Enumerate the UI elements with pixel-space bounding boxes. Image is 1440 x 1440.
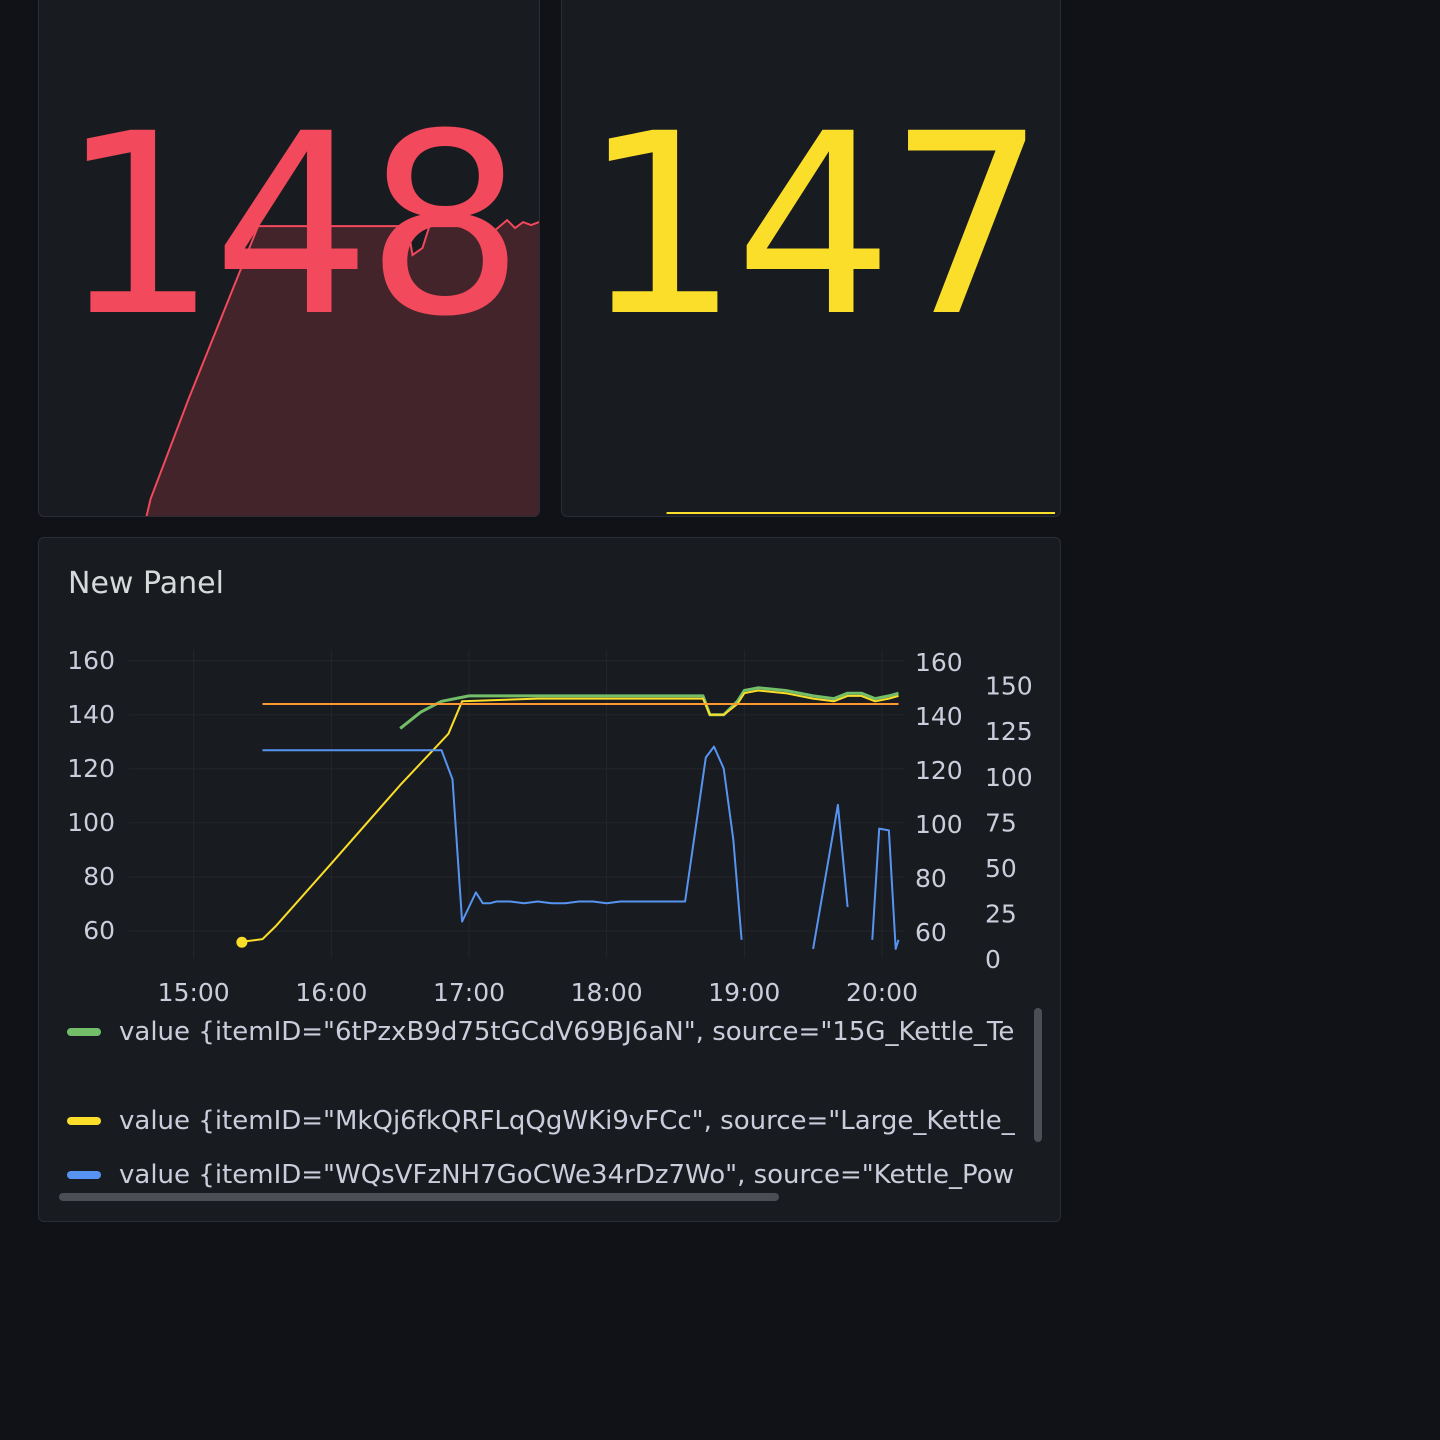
stat-panel-1[interactable]: 148 [38, 0, 540, 517]
x-tick-label: 19:00 [708, 978, 780, 1007]
legend-label-1: value {itemID="6tPzxB9d75tGCdV69BJ6aN", … [119, 1018, 1015, 1047]
y-left-tick-label: 60 [83, 916, 115, 945]
y-right2-tick-label: 25 [985, 899, 1017, 928]
series-line-2 [241, 689, 899, 943]
y-left-tick-label: 120 [67, 754, 115, 783]
legend-item-3[interactable]: value {itemID="WQsVFzNH7GoCWe34rDz7Wo", … [67, 1158, 1042, 1192]
series-point [236, 936, 248, 948]
x-tick-label: 18:00 [571, 978, 643, 1007]
x-tick-label: 15:00 [158, 978, 230, 1007]
y-right1-tick-label: 160 [915, 648, 963, 677]
legend-swatch-3 [67, 1171, 101, 1179]
y-right1-tick-label: 120 [915, 756, 963, 785]
y-right2-tick-label: 0 [985, 945, 1001, 974]
legend-swatch-2 [67, 1117, 101, 1125]
x-tick-label: 16:00 [295, 978, 367, 1007]
legend-item-2[interactable]: value {itemID="MkQj6fkQRFLqQgWKi9vFCc", … [67, 1104, 1042, 1138]
timeseries-chart[interactable]: 160 140 120 100 80 60 160 140 120 100 80 60 150 125 10… [39, 538, 1061, 1008]
legend-label-3: value {itemID="WQsVFzNH7GoCWe34rDz7Wo", … [119, 1160, 1014, 1190]
y-right1-tick-label: 60 [915, 918, 947, 947]
y-right2-tick-label: 75 [985, 808, 1017, 837]
y-right2-tick-label: 150 [985, 672, 1033, 701]
legend-item-1[interactable]: value {itemID="6tPzxB9d75tGCdV69BJ6aN", … [67, 1018, 1042, 1049]
legend-swatch-1 [67, 1028, 101, 1036]
stat-panel-2[interactable]: 147 [561, 0, 1061, 517]
series-line-4-seg-1 [262, 745, 743, 940]
series-line-1 [399, 686, 899, 730]
y-right1-tick-label: 140 [915, 702, 963, 731]
stat-value-2: 147 [581, 80, 1046, 371]
legend-label-2: value {itemID="MkQj6fkQRFLqQgWKi9vFCc", … [119, 1106, 1015, 1136]
y-right1-tick-label: 80 [915, 864, 947, 893]
y-left-tick-label: 100 [67, 808, 115, 837]
y-right1-tick-label: 100 [915, 810, 963, 839]
y-right2-tick-label: 50 [985, 854, 1017, 883]
legend[interactable]: value {itemID="6tPzxB9d75tGCdV69BJ6aN", … [39, 1018, 1060, 1221]
legend-horizontal-scrollbar[interactable] [59, 1193, 779, 1201]
x-tick-label: 17:00 [433, 978, 505, 1007]
y-left-tick-label: 140 [67, 700, 115, 729]
y-right2-tick-label: 100 [985, 763, 1033, 792]
stat-value-1: 148 [59, 80, 524, 371]
timeseries-panel[interactable]: New Panel 160 140 120 100 80 60 160 140 120 100 80… [38, 537, 1061, 1222]
y-left-tick-label: 80 [83, 862, 115, 891]
x-tick-label: 20:00 [846, 978, 918, 1007]
legend-vertical-scrollbar[interactable] [1034, 1008, 1042, 1142]
y-left-tick-label: 160 [67, 646, 115, 675]
y-right2-tick-label: 125 [985, 717, 1033, 746]
